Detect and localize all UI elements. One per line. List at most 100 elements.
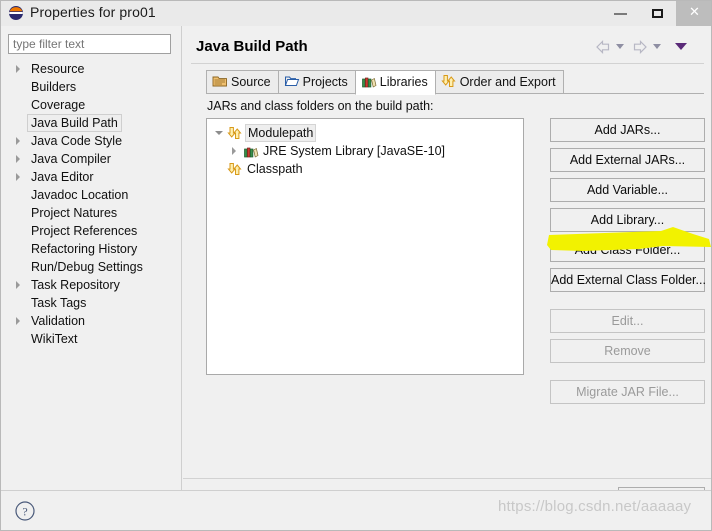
back-history-chevron-down-icon[interactable] bbox=[616, 44, 624, 49]
expand-chevron-right-icon[interactable] bbox=[16, 317, 20, 325]
sidebar-item-label: Run/Debug Settings bbox=[31, 260, 143, 274]
library-tree-row[interactable]: JRE System Library [JavaSE-10] bbox=[211, 142, 521, 160]
projects-icon bbox=[284, 73, 300, 89]
minimize-button[interactable] bbox=[602, 1, 639, 26]
eclipse-icon bbox=[8, 5, 24, 21]
page-title: Java Build Path bbox=[196, 38, 308, 55]
library-tree-label: Modulepath bbox=[245, 124, 317, 142]
libraries-icon bbox=[243, 143, 259, 159]
view-menu-icon[interactable] bbox=[675, 43, 687, 50]
sidebar-item-label: Java Build Path bbox=[27, 114, 122, 132]
sidebar-item-resource[interactable]: Resource bbox=[1, 60, 181, 78]
add-jars-button[interactable]: Add JARs... bbox=[550, 118, 705, 142]
add-class-folder-button[interactable]: Add Class Folder... bbox=[550, 238, 705, 262]
tab-label: Projects bbox=[302, 75, 348, 89]
modulepath-icon bbox=[227, 125, 243, 141]
back-arrow-icon[interactable] bbox=[594, 39, 612, 58]
expand-chevron-right-icon[interactable] bbox=[16, 137, 20, 145]
close-button[interactable]: ✕ bbox=[676, 1, 711, 26]
expand-chevron-right-icon[interactable] bbox=[16, 281, 20, 289]
sidebar-item-label: Coverage bbox=[31, 98, 86, 112]
tab-label: Source bbox=[231, 75, 271, 89]
sidebar-item-label: Validation bbox=[31, 314, 85, 328]
properties-dialog: Properties for pro01 ✕ Resource Builders C… bbox=[0, 0, 712, 531]
build-path-hint: JARs and class folders on the build path… bbox=[207, 99, 434, 113]
sidebar-item-builders[interactable]: Builders bbox=[1, 78, 181, 96]
add-variable-button[interactable]: Add Variable... bbox=[550, 178, 705, 202]
library-tree-row[interactable]: Modulepath bbox=[211, 124, 521, 142]
expand-chevron-right-icon[interactable] bbox=[16, 155, 20, 163]
page-navigation bbox=[594, 38, 704, 58]
migrate-jar-file-button: Migrate JAR File... bbox=[550, 380, 705, 404]
minimize-icon bbox=[614, 13, 627, 15]
sidebar-item-project-natures[interactable]: Project Natures bbox=[1, 204, 181, 222]
tab-label: Order and Export bbox=[459, 75, 556, 89]
sidebar-item-java-editor[interactable]: Java Editor bbox=[1, 168, 181, 186]
maximize-button[interactable] bbox=[639, 1, 676, 26]
add-external-jars-button[interactable]: Add External JARs... bbox=[550, 148, 705, 172]
sidebar-item-run-debug-settings[interactable]: Run/Debug Settings bbox=[1, 258, 181, 276]
build-path-listbox[interactable]: Modulepath JRE System Library [JavaSE-10]… bbox=[206, 118, 524, 375]
sidebar-item-java-code-style[interactable]: Java Code Style bbox=[1, 132, 181, 150]
apply-divider bbox=[183, 478, 711, 479]
sidebar-item-wikitext[interactable]: WikiText bbox=[1, 330, 181, 348]
tab-libraries[interactable]: Libraries bbox=[354, 70, 436, 95]
sidebar-item-validation[interactable]: Validation bbox=[1, 312, 181, 330]
svg-text:?: ? bbox=[22, 505, 27, 519]
source-folder-icon bbox=[212, 73, 228, 89]
tab-projects[interactable]: Projects bbox=[277, 70, 356, 94]
window-title: Properties for pro01 bbox=[30, 4, 156, 20]
sidebar-item-label: Refactoring History bbox=[31, 242, 138, 256]
forward-arrow-icon[interactable] bbox=[631, 39, 649, 58]
close-icon: ✕ bbox=[689, 5, 700, 20]
build-path-tabs: Source Projects Libraries Order and Export bbox=[206, 70, 564, 95]
sidebar-item-coverage[interactable]: Coverage bbox=[1, 96, 181, 114]
sidebar-item-label: Task Tags bbox=[31, 296, 87, 310]
sidebar-item-refactoring-history[interactable]: Refactoring History bbox=[1, 240, 181, 258]
libraries-icon bbox=[361, 73, 377, 89]
forward-history-chevron-down-icon[interactable] bbox=[653, 44, 661, 49]
header-divider bbox=[191, 63, 704, 64]
sidebar-item-label: Project Natures bbox=[31, 206, 118, 220]
sidebar-item-javadoc-location[interactable]: Javadoc Location bbox=[1, 186, 181, 204]
sidebar-item-task-repository[interactable]: Task Repository bbox=[1, 276, 181, 294]
library-tree-row[interactable]: Classpath bbox=[211, 160, 521, 178]
sidebar-item-label: Builders bbox=[31, 80, 77, 94]
add-external-class-folder-button[interactable]: Add External Class Folder... bbox=[550, 268, 706, 292]
sidebar-item-label: Task Repository bbox=[31, 278, 120, 292]
sidebar-item-label: Javadoc Location bbox=[31, 188, 129, 202]
title-bar: Properties for pro01 ✕ bbox=[1, 1, 711, 26]
sidebar-item-java-build-path[interactable]: Java Build Path bbox=[1, 114, 181, 132]
add-library-button[interactable]: Add Library... bbox=[550, 208, 705, 232]
classpath-icon bbox=[227, 161, 243, 177]
remove-button: Remove bbox=[550, 339, 705, 363]
tab-label: Libraries bbox=[379, 75, 428, 89]
sidebar-item-task-tags[interactable]: Task Tags bbox=[1, 294, 181, 312]
help-question-icon[interactable]: ? bbox=[14, 500, 36, 522]
settings-tree: Resource Builders Coverage Java Build Path J… bbox=[1, 60, 181, 348]
sidebar-item-label: Java Editor bbox=[31, 170, 94, 184]
library-tree-label: JRE System Library [JavaSE-10] bbox=[263, 144, 446, 158]
collapse-triangle-icon[interactable] bbox=[215, 131, 223, 135]
library-tree-label: Classpath bbox=[247, 162, 303, 176]
tab-order-and-export[interactable]: Order and Export bbox=[434, 70, 564, 94]
tabs-underline bbox=[206, 93, 704, 94]
dialog-footer: ? Apply and Close Cancel bbox=[1, 490, 711, 530]
sidebar-item-java-compiler[interactable]: Java Compiler bbox=[1, 150, 181, 168]
expand-chevron-right-icon[interactable] bbox=[16, 173, 20, 181]
sidebar-item-label: Java Code Style bbox=[31, 134, 123, 148]
sidebar-item-project-references[interactable]: Project References bbox=[1, 222, 181, 240]
order-export-icon bbox=[441, 73, 457, 89]
expand-chevron-right-icon[interactable] bbox=[16, 65, 20, 73]
settings-sidebar: Resource Builders Coverage Java Build Path J… bbox=[1, 26, 182, 490]
edit-button: Edit... bbox=[550, 309, 705, 333]
sidebar-item-label: Resource bbox=[31, 62, 85, 76]
tab-source[interactable]: Source bbox=[206, 70, 279, 94]
java-build-path-page: Java Build Path Source Projects Libraries O… bbox=[183, 26, 711, 511]
filter-input[interactable] bbox=[8, 34, 171, 54]
sidebar-item-label: Java Compiler bbox=[31, 152, 111, 166]
sidebar-item-label: WikiText bbox=[31, 332, 78, 346]
expand-triangle-icon[interactable] bbox=[232, 147, 236, 155]
maximize-icon bbox=[652, 9, 663, 18]
sidebar-item-label: Project References bbox=[31, 224, 138, 238]
